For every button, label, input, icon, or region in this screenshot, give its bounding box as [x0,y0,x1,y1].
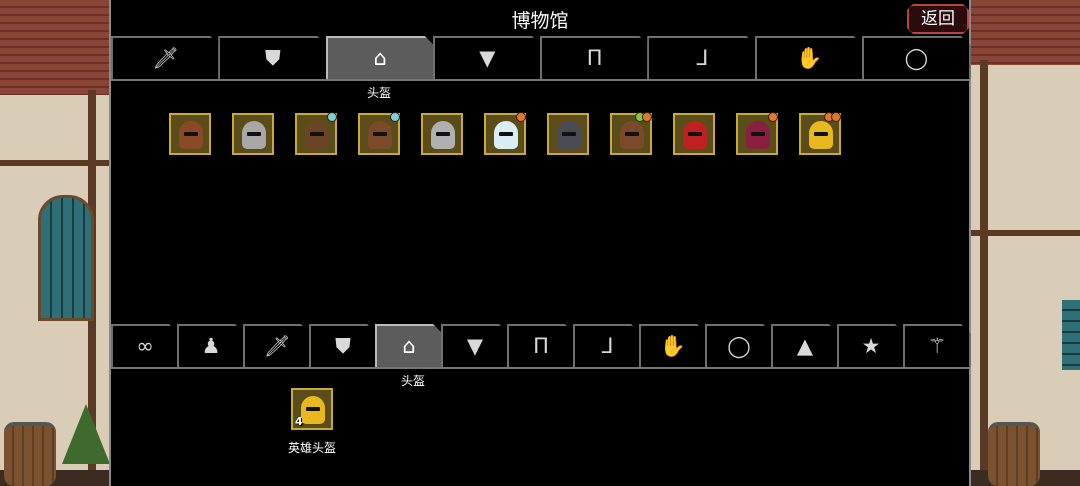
helmet-visor [625,132,639,136]
barrel [4,422,56,486]
enchant-badge [390,112,400,122]
helmet-visor [436,132,450,136]
top-tab-ring[interactable]: ◯ [862,36,971,79]
enchant-badge [327,112,337,122]
item-count: 4 [295,415,303,428]
infinity-icon: ∞ [136,334,154,358]
collection-item-iron-visor-helm[interactable] [232,113,274,155]
potion-icon: ♟ [201,334,221,358]
helmet-visor [373,132,387,136]
top-tab-glove[interactable]: ✋ [755,36,864,79]
bottom-tab-infinity[interactable]: ∞ [111,324,179,367]
bottom-tab-glove[interactable]: ✋ [639,324,707,367]
enchant-badge [768,112,778,122]
bottom-tab-wand[interactable]: ⚚ [903,324,971,367]
bottom-tab-sword[interactable]: 🗡 [243,324,311,367]
glove-icon: ✋ [796,46,823,70]
enchant-badge [642,112,652,122]
glove-icon: ✋ [659,334,687,358]
collection-item-bronze-horned-helm[interactable] [295,112,337,155]
top-tab-armor[interactable]: ▼ [433,36,542,79]
helmet-visor [562,132,576,136]
top-tab-shield[interactable]: ⛊ [218,36,327,79]
pants-icon: Π [586,46,603,70]
helmet-visor [814,132,828,136]
top-tab-pants[interactable]: Π [540,36,649,79]
museum-panel: 博物馆 返回 🗡 ⛊ ⌂ ▼ Π ᒧ ✋ ◯ 头盔 ∞ ♟ 🗡 ⛊ ⌂ ▼ Π ᒧ ✋ ◯ ▲ ★ ⚚ 头盔 4 英雄头… [109,0,971,486]
armor-icon: ▼ [479,46,496,70]
sword-icon: 🗡 [152,46,179,70]
active-tab-caption: 头盔 [400,374,425,388]
roof-tiles [0,0,110,95]
item-label: 英雄头盔 [287,441,336,455]
collection-item-leather-cap[interactable] [169,113,211,155]
boots-icon: ᒧ [600,334,614,358]
collection-item-golden-helm[interactable] [799,112,841,155]
collection-item-dark-hood[interactable] [547,113,589,155]
bottom-tab-armor[interactable]: ▼ [441,324,509,367]
shield-icon: ⛊ [265,46,281,70]
tree [62,404,110,464]
collection-item-fur-hood[interactable] [358,112,400,155]
collection-item-purple-hood[interactable] [736,112,778,155]
bottom-tab-boots[interactable]: ᒧ [573,324,641,367]
background-right-building [970,0,1080,486]
helmet-icon: ⌂ [373,46,387,70]
ring-icon: ◯ [904,46,929,70]
back-button[interactable]: 返回 [907,4,969,34]
collection-item-steel-great-helm[interactable] [421,113,463,155]
boots-icon: ᒧ [695,46,709,70]
bottom-tab-potion[interactable]: ♟ [177,324,245,367]
timber-post [980,60,988,470]
roof-tiles [970,0,1080,65]
arched-window [38,195,94,321]
helmet-visor [310,132,324,136]
helmet-visor [499,132,513,136]
bottom-tab-shield[interactable]: ⛊ [309,324,377,367]
helmet-visor [751,132,765,136]
collection-category-tabs: 🗡 ⛊ ⌂ ▼ Π ᒧ ✋ ◯ [111,36,969,81]
top-tab-boots[interactable]: ᒧ [647,36,756,79]
pants-icon: Π [533,334,549,358]
window [1062,300,1080,370]
barrel [988,422,1040,486]
page-title: 博物馆 [511,10,569,32]
inventory-item-hero-helmet[interactable]: 4 [291,388,333,430]
enchant-badge [516,112,526,122]
bottom-tab-pile[interactable]: ▲ [771,324,839,367]
bottom-tab-star[interactable]: ★ [837,324,905,367]
pile-icon: ▲ [796,334,814,358]
helmet-visor [247,132,261,136]
bottom-tab-helmet[interactable]: ⌂ [375,324,443,367]
enchant-badge [831,112,841,122]
shield-icon: ⛊ [335,334,351,358]
collection-item-frost-helm[interactable] [484,112,526,155]
inventory-category-tabs: ∞ ♟ 🗡 ⛊ ⌂ ▼ Π ᒧ ✋ ◯ ▲ ★ ⚚ [111,324,969,369]
helmet-icon: ⌂ [402,334,416,358]
collection-item-horned-leather-helm[interactable] [610,112,652,155]
ring-icon: ◯ [727,334,751,358]
active-tab-caption: 头盔 [366,86,391,100]
collection-item-crimson-helm[interactable] [673,113,715,155]
bottom-tab-ring[interactable]: ◯ [705,324,773,367]
top-tab-sword[interactable]: 🗡 [111,36,220,79]
star-icon: ★ [861,334,881,358]
wand-icon: ⚚ [927,334,947,358]
helmet-visor [184,132,198,136]
background-left-building [0,0,110,486]
armor-icon: ▼ [466,334,484,358]
bottom-tab-pants[interactable]: Π [507,324,575,367]
helmet-visor [306,407,320,411]
top-tab-helmet[interactable]: ⌂ [326,36,435,79]
helmet-visor [688,132,702,136]
sword-icon: 🗡 [263,334,291,358]
